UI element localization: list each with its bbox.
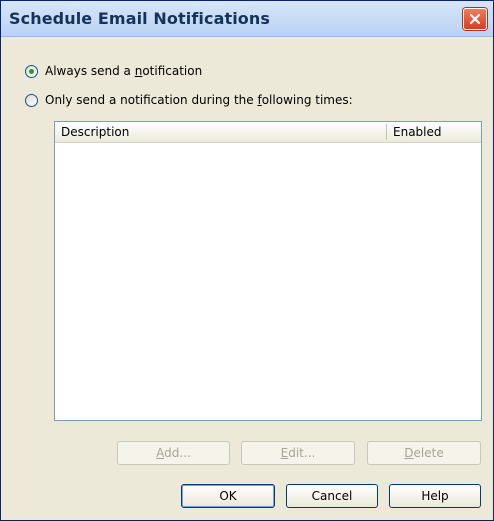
close-icon (469, 13, 481, 25)
dialog-title: Schedule Email Notifications (9, 9, 271, 28)
accelerator-key: D (404, 446, 414, 460)
help-button[interactable]: Help (389, 484, 481, 508)
label-text: dd... (164, 446, 191, 460)
always-send-label: Always send a notification (45, 64, 202, 78)
always-send-option[interactable]: Always send a notification (25, 64, 202, 78)
column-header-enabled[interactable]: Enabled (393, 125, 442, 139)
column-divider[interactable] (386, 124, 387, 140)
scheduled-send-label: Only send a notification during the foll… (45, 93, 353, 107)
add-button[interactable]: Add... (117, 441, 230, 465)
button-label: Add... (156, 446, 191, 460)
ok-button[interactable]: OK (181, 484, 275, 508)
close-button[interactable] (463, 8, 487, 30)
list-header: Description Enabled (55, 122, 481, 143)
schedule-email-notifications-dialog: Schedule Email Notifications Always send… (0, 0, 494, 521)
delete-button[interactable]: Delete (367, 441, 481, 465)
label-text: Only send a notification during the (45, 93, 258, 107)
scheduled-send-option[interactable]: Only send a notification during the foll… (25, 93, 353, 107)
cancel-button[interactable]: Cancel (286, 484, 378, 508)
label-text: Always send a (45, 64, 135, 78)
edit-button[interactable]: Edit... (241, 441, 355, 465)
schedule-list[interactable]: Description Enabled (54, 121, 482, 421)
always-send-radio[interactable] (25, 64, 38, 78)
label-text: otification (142, 64, 203, 78)
button-label: Edit... (281, 446, 316, 460)
title-bar: Schedule Email Notifications (1, 1, 493, 37)
accelerator-key: A (156, 446, 165, 460)
label-text: dit... (288, 446, 316, 460)
label-text: elete (413, 446, 444, 460)
button-label: Delete (404, 446, 443, 460)
scheduled-send-radio[interactable] (25, 93, 38, 107)
label-text: ollowing times: (261, 93, 353, 107)
column-header-description[interactable]: Description (61, 125, 129, 139)
